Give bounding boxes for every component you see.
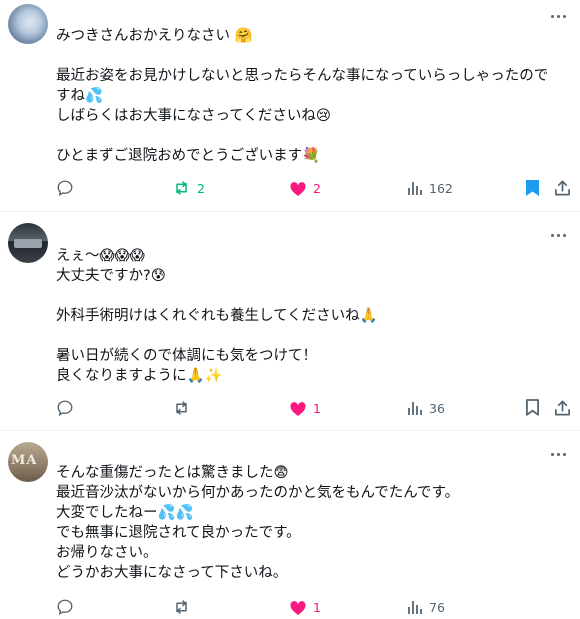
bookmark-icon bbox=[526, 399, 539, 416]
share-icon bbox=[555, 400, 570, 416]
repost-count: 2 bbox=[197, 180, 205, 196]
reply-icon bbox=[57, 599, 73, 616]
views-button[interactable]: 36 bbox=[407, 398, 445, 418]
reply-button[interactable] bbox=[56, 597, 74, 617]
repost-icon bbox=[176, 600, 187, 614]
reply-icon bbox=[57, 400, 73, 417]
repost-icon bbox=[176, 181, 187, 195]
repost-button[interactable] bbox=[172, 398, 197, 418]
reply-button[interactable] bbox=[56, 178, 74, 198]
reply-icon bbox=[57, 180, 73, 197]
like-icon bbox=[290, 401, 306, 416]
views-icon bbox=[408, 601, 422, 614]
repost-button[interactable] bbox=[172, 597, 197, 617]
reply-button[interactable] bbox=[56, 398, 74, 418]
views-button[interactable]: 162 bbox=[407, 178, 453, 198]
divider bbox=[0, 430, 580, 431]
repost-icon bbox=[176, 401, 187, 415]
reply-text: みつきさんおかえりなさい 🤗 最近お姿をお見かけしないと思ったらそんな事になって… bbox=[56, 28, 549, 164]
like-icon bbox=[290, 600, 306, 615]
divider bbox=[0, 211, 580, 212]
share-button[interactable] bbox=[554, 178, 571, 198]
views-icon bbox=[408, 402, 422, 415]
like-button[interactable]: 1 bbox=[289, 398, 321, 418]
bookmark-icon bbox=[526, 180, 539, 196]
more-icon[interactable] bbox=[548, 8, 568, 24]
like-icon bbox=[290, 181, 306, 196]
views-count: 76 bbox=[429, 599, 445, 615]
like-count: 2 bbox=[313, 180, 321, 196]
views-count: 36 bbox=[429, 400, 445, 416]
views-button[interactable]: 76 bbox=[407, 597, 445, 617]
share-icon bbox=[555, 180, 570, 196]
avatar[interactable] bbox=[8, 4, 48, 44]
views-icon bbox=[408, 182, 422, 195]
like-count: 1 bbox=[313, 400, 321, 416]
share-button[interactable] bbox=[554, 398, 571, 418]
bookmark-button[interactable] bbox=[525, 178, 540, 198]
avatar[interactable] bbox=[8, 223, 48, 263]
bookmark-button[interactable] bbox=[525, 398, 540, 418]
reply-text: えぇ〜😱😱😱 大丈夫ですか?😰 外科手術明けはくれぐれも養生してくださいね🙏 暑… bbox=[56, 248, 378, 384]
reply-text: そんな重傷だったとは驚きました😨 最近音沙汰がないから何かあったのかと気をもんで… bbox=[56, 465, 460, 581]
more-icon[interactable] bbox=[548, 227, 568, 243]
like-count: 1 bbox=[313, 599, 321, 615]
views-count: 162 bbox=[429, 180, 453, 196]
like-button[interactable]: 2 bbox=[289, 178, 321, 198]
avatar[interactable]: MA bbox=[8, 442, 48, 482]
avatar-label: MA bbox=[11, 453, 38, 468]
repost-button[interactable]: 2 bbox=[172, 178, 205, 198]
more-icon[interactable] bbox=[548, 446, 568, 462]
like-button[interactable]: 1 bbox=[289, 597, 321, 617]
